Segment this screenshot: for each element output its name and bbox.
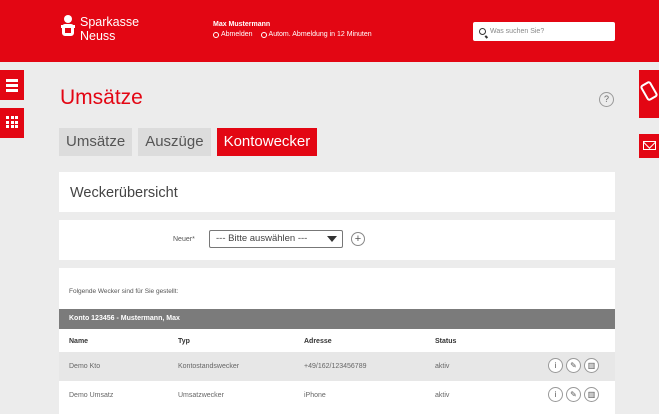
row-type: Umsatzwecker <box>178 392 224 399</box>
col-name: Name <box>69 337 89 345</box>
chevron-down-icon <box>327 236 337 242</box>
delete-icon[interactable]: ▥ <box>584 387 599 402</box>
col-typ: Typ <box>178 337 190 345</box>
user-name: Max Mustermann <box>213 21 271 28</box>
alarm-type-value: --- Bitte auswählen --- <box>216 233 308 244</box>
new-alarm-label: Neuer* <box>173 236 195 243</box>
search-placeholder: Was suchen Sie? <box>490 28 545 35</box>
tab-umsaetze[interactable]: Umsätze <box>59 128 133 156</box>
brand-line2: Neuss <box>80 29 116 43</box>
apps-button[interactable] <box>0 108 24 138</box>
info-icon[interactable]: i <box>548 358 563 373</box>
brand-line1: Sparkasse <box>80 15 140 29</box>
table-header: Name Typ Adresse Status <box>59 330 615 352</box>
table-row: Demo Kto Kontostandswecker +49/162/12345… <box>59 352 615 381</box>
top-header: Sparkasse Neuss Max Mustermann Abmelden … <box>0 0 659 62</box>
alarms-intro: Folgende Wecker sind für Sie gestellt: <box>69 288 179 295</box>
row-status: aktiv <box>435 392 450 399</box>
phone-icon <box>639 80 659 102</box>
menu-icon <box>6 79 18 82</box>
user-box: Max Mustermann Abmelden Autom. Abmeldung… <box>213 20 372 40</box>
tab-auszuege[interactable]: Auszüge <box>138 128 211 156</box>
logout-link[interactable]: Abmelden <box>213 30 253 40</box>
menu-button[interactable] <box>0 70 24 100</box>
new-alarm-card: Neuer* --- Bitte auswählen --- + <box>59 220 615 260</box>
row-address: iPhone <box>304 392 326 399</box>
alarm-type-select[interactable]: --- Bitte auswählen --- <box>209 230 343 248</box>
row-status: aktiv <box>435 363 450 370</box>
right-sidebar <box>639 70 659 166</box>
mail-button[interactable] <box>639 134 659 158</box>
overview-card: Weckerübersicht <box>59 172 615 212</box>
timer-icon <box>260 32 267 38</box>
overview-title: Weckerübersicht <box>70 185 178 201</box>
alarms-card: Folgende Wecker sind für Sie gestellt: K… <box>59 268 615 414</box>
mail-icon <box>643 141 656 150</box>
add-icon[interactable]: + <box>351 232 365 246</box>
row-name: Demo Kto <box>69 363 101 370</box>
edit-icon[interactable]: ✎ <box>566 358 581 373</box>
row-name: Demo Umsatz <box>69 392 114 399</box>
search-input[interactable]: Was suchen Sie? <box>473 22 615 41</box>
help-icon[interactable]: ? <box>599 92 614 107</box>
col-status: Status <box>435 337 457 345</box>
auto-logout-info[interactable]: Autom. Abmeldung in 12 Minuten <box>260 30 372 40</box>
account-bar: Konto 123456 - Mustermann, Max <box>59 309 615 329</box>
left-sidebar <box>0 70 24 146</box>
apps-grid-icon <box>6 116 18 128</box>
delete-icon[interactable]: ▥ <box>584 358 599 373</box>
logout-label: Abmelden <box>221 31 253 38</box>
row-type: Kontostandswecker <box>178 363 240 370</box>
auto-logout-label: Autom. Abmeldung in 12 Minuten <box>268 31 372 38</box>
table-row: Demo Umsatz Umsatzwecker iPhone aktiv i … <box>59 381 615 410</box>
info-icon[interactable]: i <box>548 387 563 402</box>
sparkasse-logo[interactable]: Sparkasse Neuss <box>61 15 139 43</box>
sparkasse-s-icon <box>61 15 75 37</box>
edit-icon[interactable]: ✎ <box>566 387 581 402</box>
col-adresse: Adresse <box>304 337 332 345</box>
page-title: Umsätze <box>60 86 143 109</box>
brand-name: Sparkasse Neuss <box>80 15 139 43</box>
row-address: +49/162/123456789 <box>304 363 367 370</box>
tab-kontowecker[interactable]: Kontowecker <box>216 128 318 156</box>
search-icon <box>479 28 486 35</box>
phone-button[interactable] <box>639 70 659 118</box>
logout-icon <box>213 32 219 38</box>
tab-bar: Umsätze Auszüge Kontowecker <box>59 128 318 156</box>
